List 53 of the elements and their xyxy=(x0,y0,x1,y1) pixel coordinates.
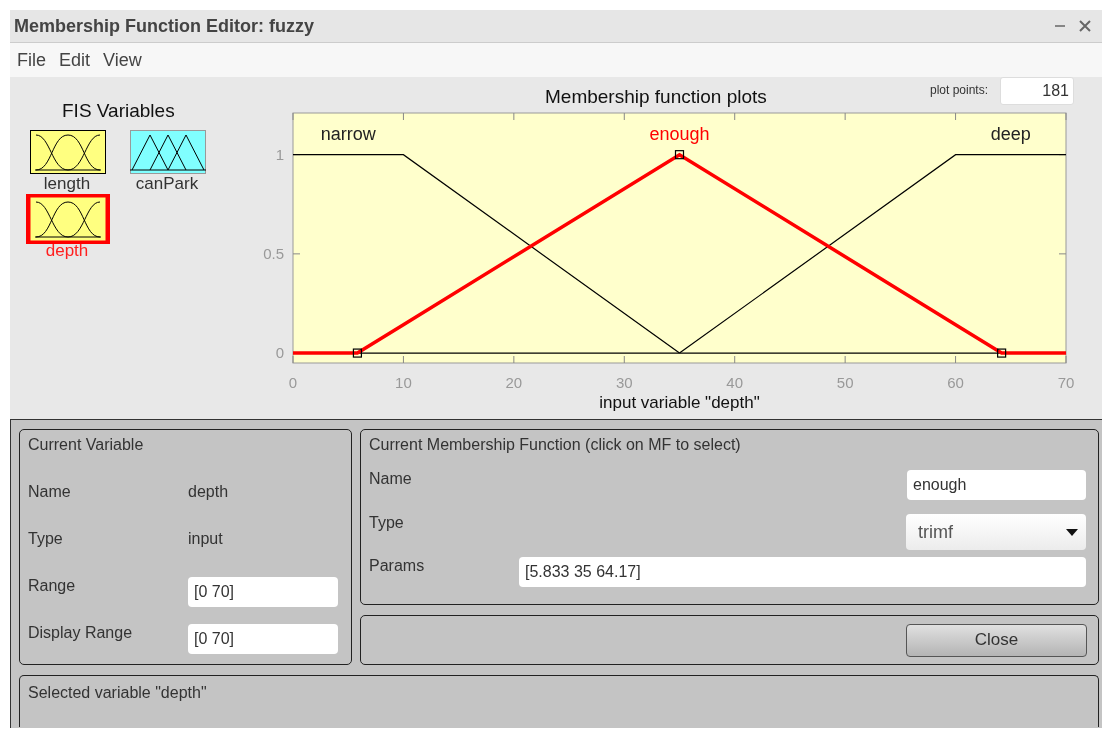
plot-points-label: plot points: xyxy=(929,83,988,97)
type-dropdown[interactable]: trimf xyxy=(906,514,1086,550)
x-tick-label: 40 xyxy=(726,374,744,391)
mf-label[interactable]: deep xyxy=(990,124,1031,144)
x-tick-label: 50 xyxy=(836,374,854,391)
selected-curve[interactable] xyxy=(293,152,1066,355)
field-label: Display Range xyxy=(28,624,134,642)
variable-label: canPark xyxy=(135,174,199,194)
x-tick-label: 10 xyxy=(395,374,412,391)
display-range-field[interactable]: [0 70] xyxy=(188,624,338,654)
field-label: Params xyxy=(369,557,426,575)
field-label: Name xyxy=(28,483,72,501)
y-tick-label: 0 xyxy=(275,344,284,362)
close-icon[interactable] xyxy=(1078,19,1092,33)
menu-item[interactable]: File xyxy=(17,49,46,71)
panel-title: Current Variable xyxy=(28,436,145,455)
field-label: Name xyxy=(369,470,413,488)
params-field[interactable]: [5.833 35 64.17] xyxy=(519,557,1086,587)
x-tick-label: 30 xyxy=(615,374,633,391)
mf-label[interactable]: enough xyxy=(649,124,710,144)
window-title: Membership Function Editor: fuzzy xyxy=(14,15,315,37)
vertex-handle[interactable] xyxy=(352,348,362,358)
field-value: depth xyxy=(188,483,230,501)
range-field[interactable]: [0 70] xyxy=(188,577,338,607)
close-button[interactable]: Close xyxy=(906,623,1087,657)
variable-label: length xyxy=(43,174,91,194)
y-tick-label: 1 xyxy=(275,145,284,163)
x-axis-label: input variable "depth" xyxy=(599,393,760,412)
menu-item[interactable]: View xyxy=(103,49,142,71)
plot-points-field[interactable]: 181 xyxy=(1000,77,1074,105)
plot-area[interactable] xyxy=(292,112,1067,364)
field-value: input xyxy=(188,530,224,548)
x-tick-label: 20 xyxy=(505,374,523,391)
x-tick-label: 0 xyxy=(288,374,298,391)
field-label: Type xyxy=(28,530,64,548)
membership-curve[interactable] xyxy=(292,154,681,354)
caret-icon xyxy=(1066,528,1078,536)
vertex-handle[interactable] xyxy=(674,150,685,160)
status-text: Selected variable "depth" xyxy=(28,684,207,701)
section-title: FIS Variables xyxy=(61,99,176,123)
mf-label[interactable]: narrow xyxy=(320,124,376,144)
y-tick-label: 0.5 xyxy=(263,244,284,262)
x-tick-label: 60 xyxy=(947,374,964,391)
field-label: Range xyxy=(28,577,77,595)
variable-label: depth xyxy=(45,241,89,261)
field-label: Type xyxy=(369,514,405,532)
menu-item[interactable]: Edit xyxy=(59,49,91,71)
name-field[interactable]: enough xyxy=(907,470,1086,500)
chart-title: Membership function plots xyxy=(545,85,767,109)
vertex-handle[interactable] xyxy=(997,348,1007,358)
panel-title: Current Membership Function (click on MF to select) xyxy=(369,436,742,455)
x-tick-label: 70 xyxy=(1057,374,1075,391)
membership-curve[interactable] xyxy=(678,154,1067,354)
